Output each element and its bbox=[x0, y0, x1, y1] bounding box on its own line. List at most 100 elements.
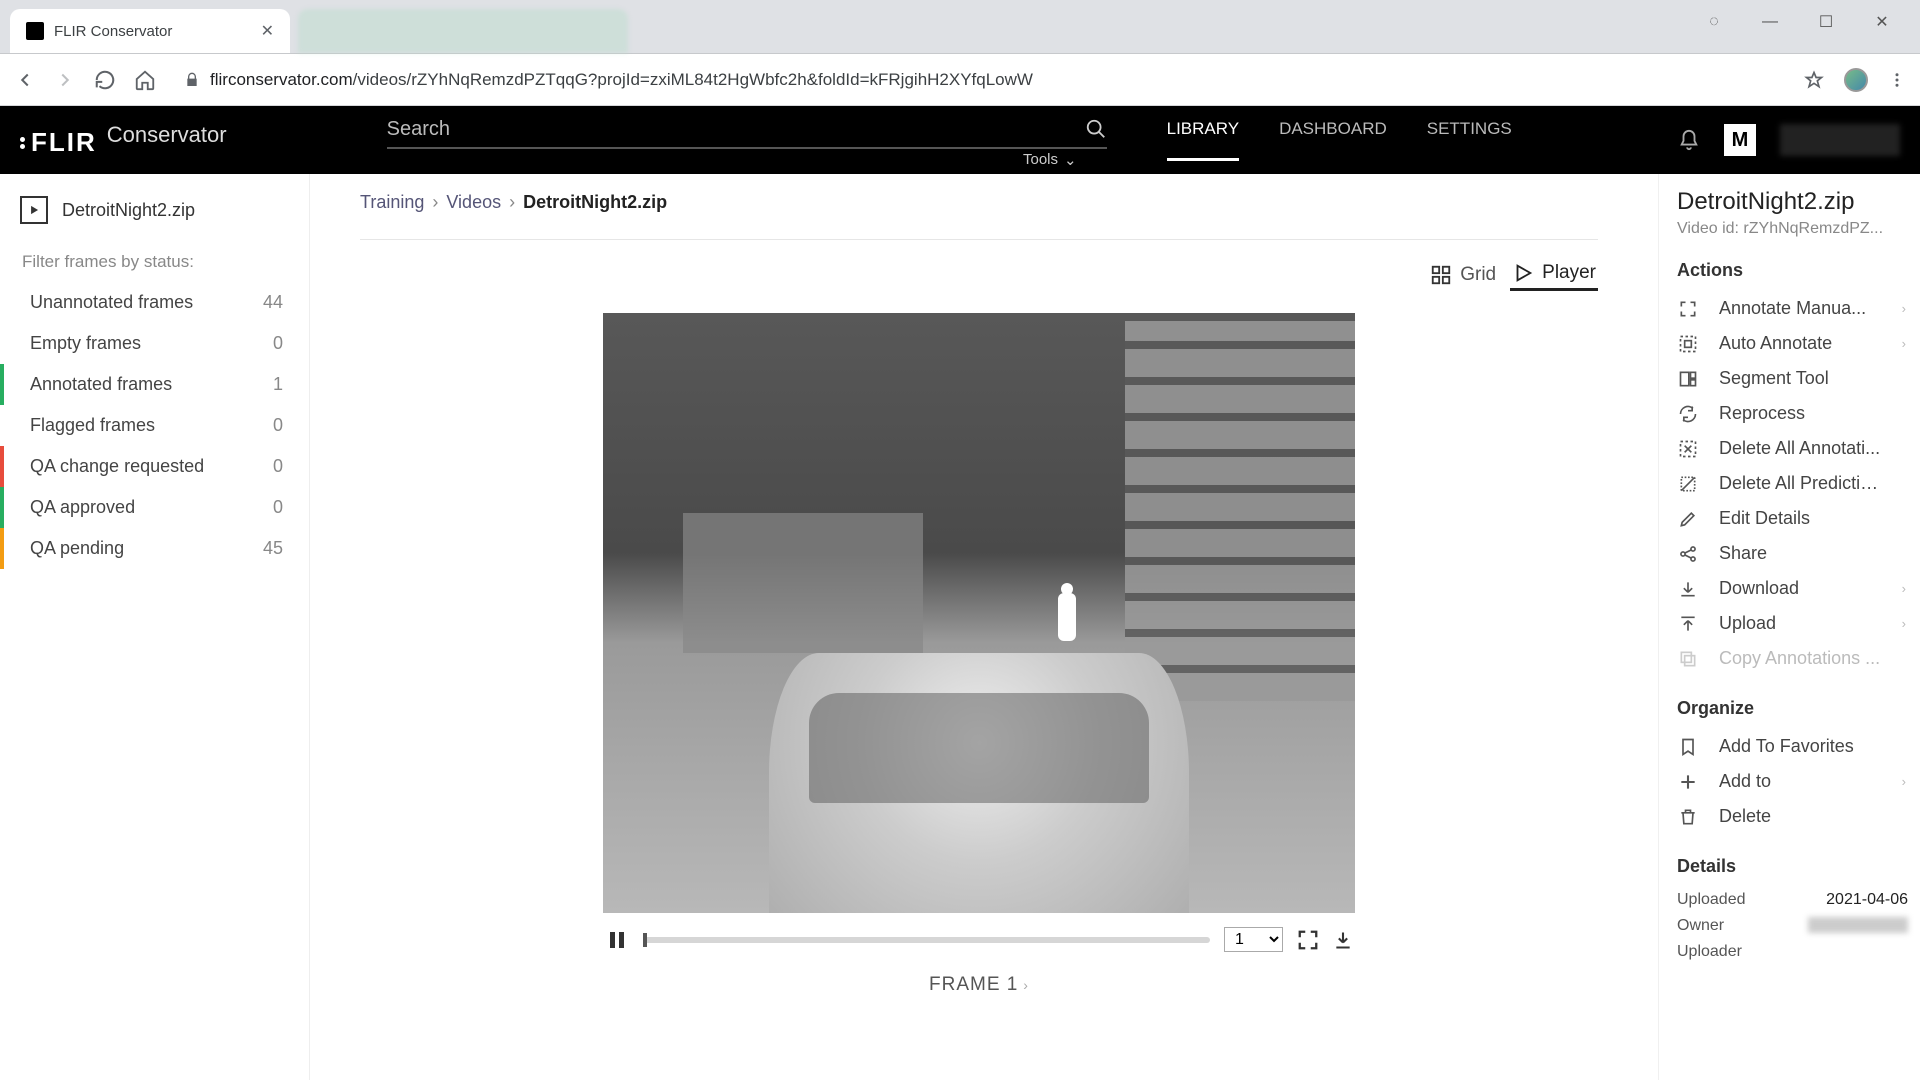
scrubber[interactable] bbox=[643, 937, 1210, 943]
status-item[interactable]: QA change requested0 bbox=[0, 446, 309, 487]
expand-icon bbox=[1677, 299, 1699, 319]
eraser-icon bbox=[1677, 439, 1699, 459]
status-count: 44 bbox=[263, 292, 283, 313]
home-icon[interactable] bbox=[134, 69, 156, 91]
maximize-icon[interactable]: ☐ bbox=[1818, 14, 1834, 30]
view-player-button[interactable]: Player bbox=[1510, 258, 1598, 291]
center-panel: Training › Videos › DetroitNight2.zip Gr… bbox=[310, 174, 1658, 1080]
url-host: flirconservator.com bbox=[210, 70, 353, 89]
breadcrumb-current: DetroitNight2.zip bbox=[523, 192, 667, 213]
user-name-redacted bbox=[1780, 124, 1900, 156]
chevron-down-icon: ⌄ bbox=[1064, 151, 1077, 169]
incognito-icon: ◌ bbox=[1706, 14, 1722, 30]
action-item[interactable]: Auto Annotate› bbox=[1677, 326, 1908, 361]
back-icon[interactable] bbox=[14, 69, 36, 91]
notifications-icon[interactable] bbox=[1678, 129, 1700, 151]
logo[interactable]: FLIR Conservator bbox=[20, 122, 227, 159]
favicon-icon bbox=[26, 22, 44, 40]
tab-close-icon[interactable]: ✕ bbox=[261, 21, 274, 41]
action-item[interactable]: Annotate Manua...› bbox=[1677, 291, 1908, 326]
action-item[interactable]: Delete bbox=[1677, 799, 1908, 834]
close-window-icon[interactable]: ✕ bbox=[1874, 14, 1890, 30]
browser-tab-active[interactable]: FLIR Conservator ✕ bbox=[10, 9, 290, 53]
chrome-menu-icon[interactable] bbox=[1888, 71, 1906, 89]
file-row[interactable]: DetroitNight2.zip bbox=[0, 190, 309, 230]
nav-library[interactable]: LIBRARY bbox=[1167, 119, 1239, 161]
download-frame-icon[interactable] bbox=[1333, 930, 1353, 950]
action-item[interactable]: Share bbox=[1677, 536, 1908, 571]
status-count: 0 bbox=[273, 415, 283, 436]
user-avatar[interactable]: M bbox=[1724, 124, 1756, 156]
copy-icon bbox=[1677, 649, 1699, 669]
status-item[interactable]: Empty frames0 bbox=[0, 323, 309, 364]
status-item[interactable]: QA pending45 bbox=[0, 528, 309, 569]
view-grid-button[interactable]: Grid bbox=[1428, 258, 1498, 291]
video-file-icon bbox=[20, 196, 48, 224]
status-count: 45 bbox=[263, 538, 283, 559]
nav-dashboard[interactable]: DASHBOARD bbox=[1279, 119, 1387, 161]
action-label: Download bbox=[1719, 578, 1799, 599]
sidebar-left: DetroitNight2.zip Filter frames by statu… bbox=[0, 174, 310, 1080]
action-item[interactable]: Reprocess bbox=[1677, 396, 1908, 431]
status-item[interactable]: Unannotated frames44 bbox=[0, 282, 309, 323]
segment-icon bbox=[1677, 369, 1699, 389]
profile-avatar-icon[interactable] bbox=[1844, 68, 1868, 92]
status-label: QA approved bbox=[30, 497, 135, 518]
video-id: Video id: rZYhNqRemzdPZ... bbox=[1677, 220, 1908, 238]
thermal-scene-image bbox=[603, 313, 1355, 913]
play-icon bbox=[1512, 262, 1534, 284]
video-frame[interactable] bbox=[603, 313, 1355, 913]
bookmark-star-icon[interactable] bbox=[1804, 70, 1824, 90]
browser-tab-inactive[interactable] bbox=[298, 9, 628, 53]
sidebar-right: DetroitNight2.zip Video id: rZYhNqRemzdP… bbox=[1658, 174, 1920, 1080]
status-count: 0 bbox=[273, 456, 283, 477]
search-icon[interactable] bbox=[1085, 118, 1107, 140]
action-item[interactable]: Download› bbox=[1677, 571, 1908, 606]
search-tools[interactable]: Tools⌄ bbox=[387, 149, 1107, 169]
share-icon bbox=[1677, 544, 1699, 564]
action-label: Delete All Predictio... bbox=[1719, 473, 1884, 494]
forward-icon[interactable] bbox=[54, 69, 76, 91]
action-item[interactable]: Add to › bbox=[1677, 764, 1908, 799]
action-label: Segment Tool bbox=[1719, 368, 1829, 389]
pause-button[interactable] bbox=[605, 928, 629, 952]
url-bar[interactable]: flirconservator.com/videos/rZYhNqRemzdPZ… bbox=[174, 70, 1786, 90]
chevron-right-icon: › bbox=[1902, 774, 1906, 789]
download-icon bbox=[1677, 579, 1699, 599]
chevron-right-icon: › bbox=[1902, 616, 1906, 631]
logo-sub: Conservator bbox=[107, 122, 227, 148]
detail-title: DetroitNight2.zip bbox=[1677, 188, 1908, 216]
fullscreen-icon[interactable] bbox=[1297, 929, 1319, 951]
minimize-icon[interactable]: — bbox=[1762, 14, 1778, 30]
actions-header: Actions bbox=[1677, 260, 1908, 281]
nav-settings[interactable]: SETTINGS bbox=[1427, 119, 1512, 161]
status-list: Unannotated frames44Empty frames0Annotat… bbox=[0, 282, 309, 569]
action-item[interactable]: Segment Tool bbox=[1677, 361, 1908, 396]
frame-label: FRAME 1 › bbox=[929, 966, 1029, 1004]
status-item[interactable]: QA approved0 bbox=[0, 487, 309, 528]
action-item[interactable]: Edit Details bbox=[1677, 501, 1908, 536]
action-label: Add To Favorites bbox=[1719, 736, 1854, 757]
action-item[interactable]: Upload › bbox=[1677, 606, 1908, 641]
trash-icon bbox=[1677, 807, 1699, 827]
action-label: Add to bbox=[1719, 771, 1771, 792]
speed-select[interactable]: 1 bbox=[1224, 927, 1283, 952]
breadcrumb-item[interactable]: Training bbox=[360, 192, 424, 213]
organize-header: Organize bbox=[1677, 698, 1908, 719]
action-label: Delete All Annotati... bbox=[1719, 438, 1880, 459]
status-item[interactable]: Annotated frames1 bbox=[0, 364, 309, 405]
action-item[interactable]: Delete All Annotati... bbox=[1677, 431, 1908, 466]
action-label: Upload bbox=[1719, 613, 1776, 634]
breadcrumb: Training › Videos › DetroitNight2.zip bbox=[360, 192, 1598, 213]
status-item[interactable]: Flagged frames0 bbox=[0, 405, 309, 446]
search-input[interactable] bbox=[387, 112, 1085, 147]
browser-toolbar: flirconservator.com/videos/rZYhNqRemzdPZ… bbox=[0, 54, 1920, 106]
action-label: Auto Annotate bbox=[1719, 333, 1832, 354]
reload-icon[interactable] bbox=[94, 69, 116, 91]
plus-icon bbox=[1677, 772, 1699, 792]
upload-icon bbox=[1677, 614, 1699, 634]
breadcrumb-item[interactable]: Videos bbox=[446, 192, 501, 213]
action-item[interactable]: Delete All Predictio... bbox=[1677, 466, 1908, 501]
action-item[interactable]: Add To Favorites bbox=[1677, 729, 1908, 764]
uploader-label: Uploader bbox=[1677, 943, 1742, 961]
